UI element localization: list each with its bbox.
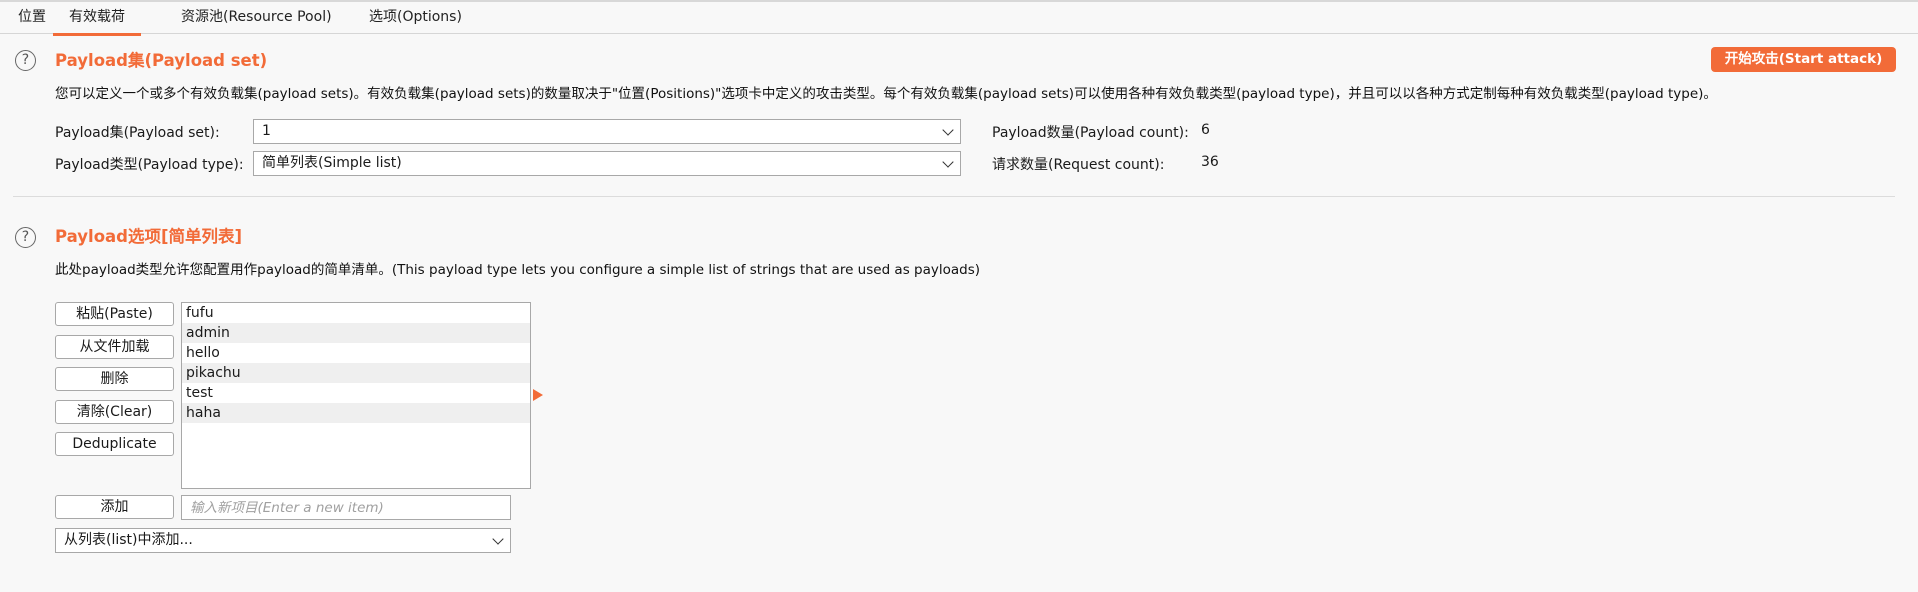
chevron-down-icon	[942, 156, 954, 168]
payload-set-label: Payload集(Payload set):	[55, 125, 220, 141]
add-button[interactable]: 添加	[55, 495, 174, 519]
payload-set-value: 1	[262, 123, 271, 139]
clear-button[interactable]: 清除(Clear)	[55, 400, 174, 424]
list-item[interactable]: fufu	[182, 303, 530, 323]
payload-type-label: Payload类型(Payload type):	[55, 157, 244, 173]
payload-set-title: Payload集(Payload set)	[55, 51, 268, 70]
payload-list[interactable]: fufu admin hello pikachu test haha	[181, 302, 531, 489]
load-button[interactable]: 从文件加载	[55, 335, 174, 359]
chevron-down-icon	[942, 124, 954, 136]
list-item[interactable]: test	[182, 383, 530, 403]
payload-count-value: 6	[1201, 122, 1210, 138]
new-item-input[interactable]	[181, 495, 511, 520]
list-item[interactable]: pikachu	[182, 363, 530, 383]
section-divider	[13, 196, 1895, 197]
payload-options-title: Payload选项[简单列表]	[55, 227, 243, 246]
help-icon[interactable]: ?	[15, 50, 36, 71]
list-item[interactable]: admin	[182, 323, 530, 343]
request-count-value: 36	[1201, 154, 1219, 170]
deduplicate-button[interactable]: Deduplicate	[55, 432, 174, 456]
remove-button[interactable]: 删除	[55, 367, 174, 391]
request-count-label: 请求数量(Request count):	[992, 157, 1165, 173]
paste-button[interactable]: 粘贴(Paste)	[55, 302, 174, 326]
add-from-list-select[interactable]: 从列表(list)中添加...	[55, 528, 511, 553]
list-item[interactable]: haha	[182, 403, 530, 423]
payload-type-value: 简单列表(Simple list)	[262, 155, 402, 171]
tab-resource-pool[interactable]: 资源池(Resource Pool)	[181, 2, 332, 33]
list-item[interactable]: hello	[182, 343, 530, 363]
payload-set-select[interactable]: 1	[253, 119, 961, 144]
insert-arrow-icon	[533, 389, 543, 401]
tab-positions[interactable]: 位置	[18, 2, 46, 33]
start-attack-button[interactable]: 开始攻击(Start attack)	[1711, 47, 1896, 72]
payload-count-label: Payload数量(Payload count):	[992, 125, 1189, 141]
payload-options-description: 此处payload类型允许您配置用作payload的简单清单。(This pay…	[55, 262, 981, 278]
payload-type-select[interactable]: 简单列表(Simple list)	[253, 151, 961, 176]
tab-options[interactable]: 选项(Options)	[369, 2, 462, 33]
payload-set-description: 您可以定义一个或多个有效负载集(payload sets)。有效负载集(payl…	[55, 86, 1717, 102]
help-icon[interactable]: ?	[15, 227, 36, 248]
tab-payloads[interactable]: 有效载荷	[53, 2, 141, 36]
add-from-list-label: 从列表(list)中添加...	[64, 532, 193, 548]
tab-bar: 位置 有效载荷 资源池(Resource Pool) 选项(Options)	[0, 0, 1918, 36]
chevron-down-icon	[492, 533, 504, 545]
